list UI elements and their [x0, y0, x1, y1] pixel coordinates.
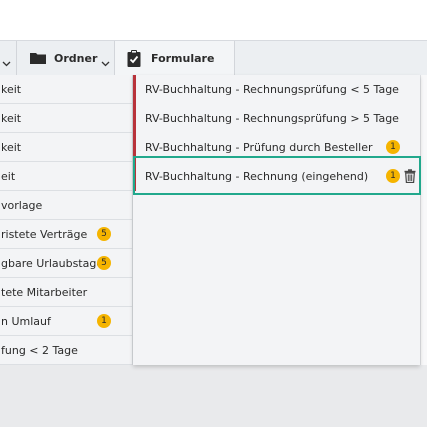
list-item[interactable]: fung < 2 Tage: [0, 336, 132, 365]
list-item[interactable]: eit: [0, 162, 132, 191]
count-badge: 5: [97, 227, 111, 241]
chevron-down-icon[interactable]: [2, 60, 11, 69]
count-badge: 5: [97, 256, 111, 270]
menu-item-form[interactable]: RV-Buchhaltung - Rechnungsprüfung < 5 Ta…: [133, 75, 420, 104]
selection-highlight: [133, 156, 421, 195]
list-item[interactable]: keit: [0, 133, 132, 162]
menu-item-label: RV-Buchhaltung - Rechnungsprüfung < 5 Ta…: [145, 83, 399, 96]
list-item-label: tete Mitarbeiter: [1, 285, 88, 299]
left-list: keit keit keit eit vorlage ristete Vertr…: [0, 75, 133, 365]
folder-menu-label: Ordner: [54, 51, 98, 65]
list-item-label: keit: [1, 111, 22, 125]
toolbar: Ordner Formulare: [0, 40, 427, 76]
list-item[interactable]: ristete Verträge 5: [0, 220, 132, 249]
forms-dropdown-menu: RV-Buchhaltung - Rechnungsprüfung < 5 Ta…: [133, 75, 420, 365]
top-area: [0, 0, 427, 40]
menu-item-form[interactable]: RV-Buchhaltung - Rechnungsprüfung > 5 Ta…: [133, 104, 420, 133]
list-item[interactable]: n Umlauf 1: [0, 307, 132, 336]
folder-menu-button[interactable]: Ordner: [30, 41, 97, 75]
list-item-label: eit: [1, 169, 16, 183]
list-item[interactable]: keit: [0, 104, 132, 133]
forms-menu-button[interactable]: Formulare: [127, 41, 214, 75]
count-badge: 1: [97, 314, 111, 328]
folder-icon: [30, 52, 46, 64]
count-badge: 1: [386, 140, 400, 154]
list-item-label: keit: [1, 140, 22, 154]
list-item[interactable]: tete Mitarbeiter: [0, 278, 132, 307]
item-marker: [133, 75, 136, 104]
menu-item-label: RV-Buchhaltung - Prüfung durch Besteller: [145, 141, 373, 154]
list-item-label: n Umlauf: [1, 314, 51, 328]
list-item-label: fung < 2 Tage: [1, 343, 78, 357]
clipboard-check-icon: [127, 49, 141, 67]
chevron-down-icon[interactable]: [101, 60, 110, 69]
background-content: [420, 75, 427, 365]
menu-item-label: RV-Buchhaltung - Rechnungsprüfung > 5 Ta…: [145, 112, 399, 125]
list-item-label: vorlage: [1, 198, 43, 212]
list-item[interactable]: keit: [0, 75, 132, 104]
list-item-label: ristete Verträge: [1, 227, 88, 241]
list-item-label: keit: [1, 82, 22, 96]
forms-menu-label: Formulare: [151, 51, 215, 65]
list-item[interactable]: gbare Urlaubstage 5: [0, 249, 132, 278]
list-item[interactable]: vorlage: [0, 191, 132, 220]
item-marker: [133, 104, 136, 133]
list-item-label: gbare Urlaubstage: [1, 256, 104, 270]
